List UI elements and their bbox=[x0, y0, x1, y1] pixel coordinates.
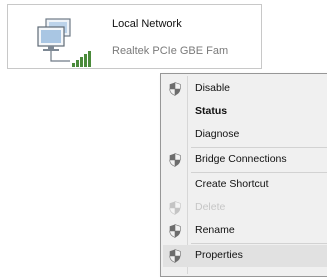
menu-item-disable[interactable]: Disable bbox=[163, 78, 327, 100]
uac-shield-icon bbox=[169, 82, 181, 96]
uac-shield-icon bbox=[169, 224, 181, 238]
uac-shield-icon bbox=[169, 249, 181, 263]
menu-item-rename[interactable]: Rename bbox=[163, 220, 327, 242]
adapter-name: Local Network bbox=[112, 18, 182, 30]
menu-item-label: Diagnose bbox=[195, 128, 240, 140]
adapter-device-name: Realtek PCIe GBE Fam bbox=[112, 45, 229, 57]
uac-shield-icon bbox=[169, 201, 181, 215]
menu-item-create-shortcut[interactable]: Create Shortcut bbox=[163, 174, 327, 196]
context-menu: Disable Status Diagnose Bridge Connectio… bbox=[160, 73, 327, 277]
menu-item-bridge-connections[interactable]: Bridge Connections bbox=[163, 149, 327, 171]
menu-item-label: Rename bbox=[195, 224, 235, 236]
menu-item-label: Properties bbox=[195, 249, 243, 261]
menu-item-delete: Delete bbox=[163, 197, 327, 219]
menu-item-label: Status bbox=[195, 105, 228, 117]
network-computers-icon bbox=[37, 18, 91, 67]
menu-item-label: Disable bbox=[195, 82, 231, 94]
network-adapter-tile[interactable]: Local Network Realtek PCIe GBE Fam bbox=[7, 4, 262, 69]
uac-shield-icon bbox=[169, 153, 181, 167]
menu-separator bbox=[191, 147, 327, 148]
menu-item-label: Delete bbox=[195, 201, 226, 213]
menu-item-properties[interactable]: Properties bbox=[163, 245, 327, 267]
menu-item-diagnose[interactable]: Diagnose bbox=[163, 124, 327, 146]
menu-separator bbox=[191, 172, 327, 173]
menu-item-label: Create Shortcut bbox=[195, 178, 269, 190]
menu-separator bbox=[191, 243, 327, 244]
menu-item-label: Bridge Connections bbox=[195, 153, 287, 165]
menu-item-status[interactable]: Status bbox=[163, 101, 327, 123]
